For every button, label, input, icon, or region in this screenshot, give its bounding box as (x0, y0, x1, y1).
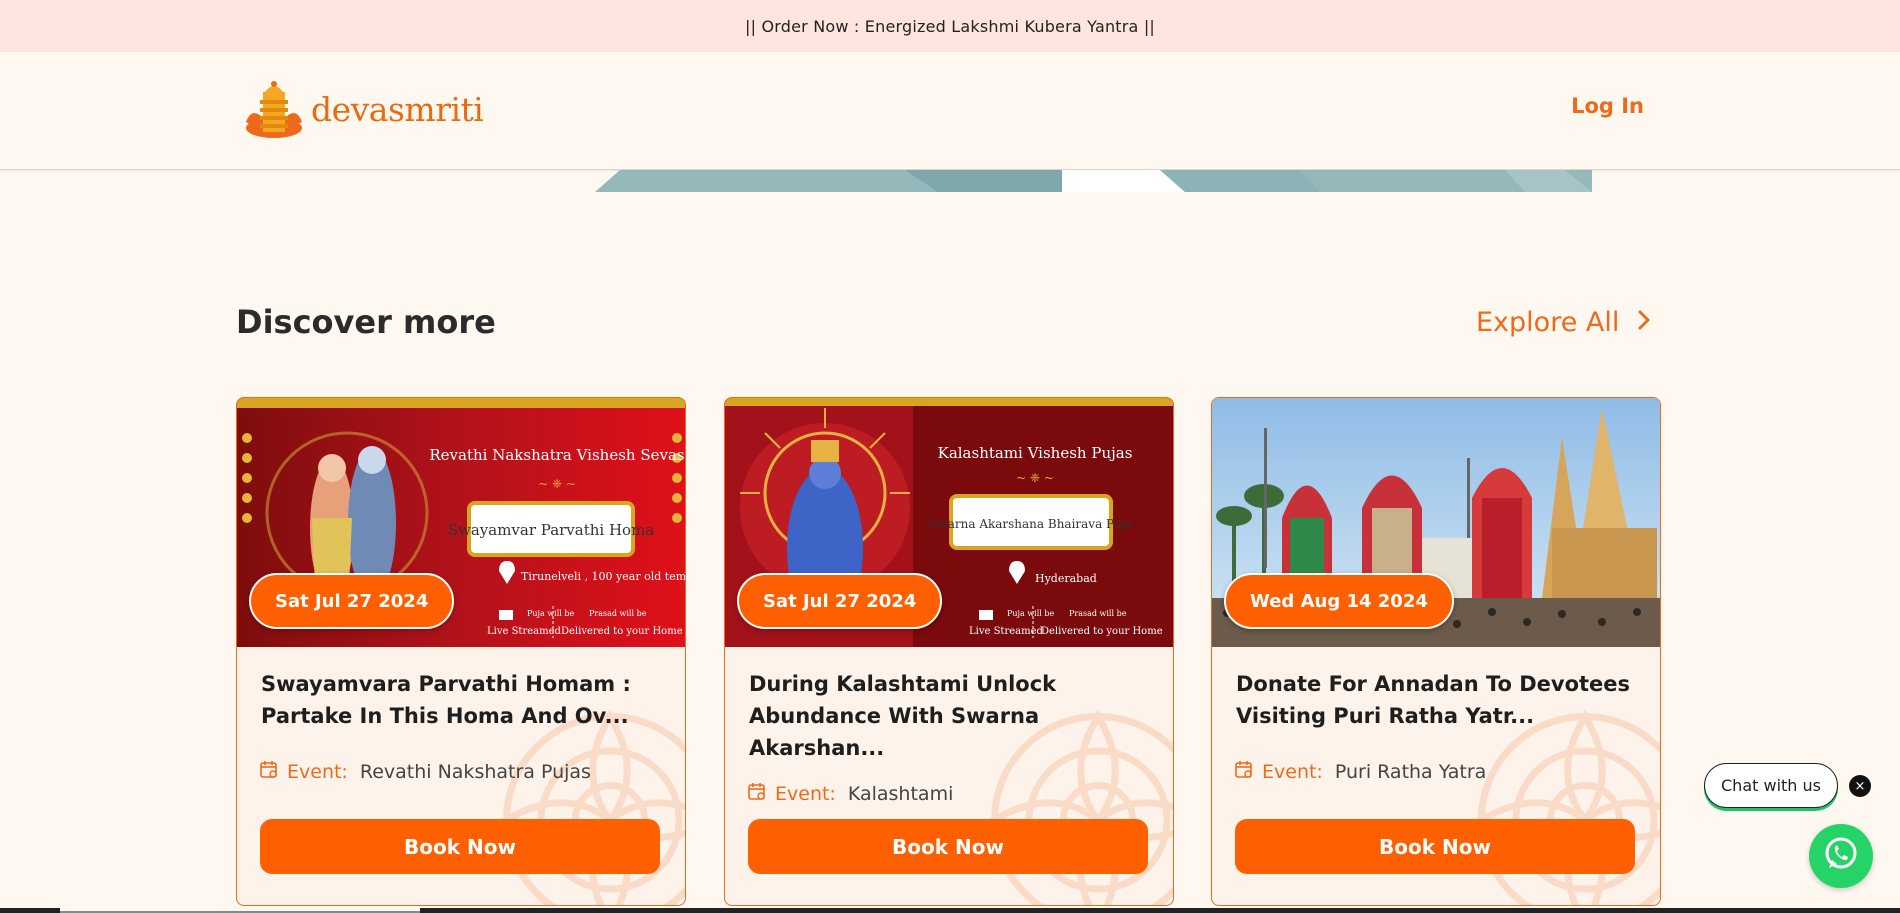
card-title-line: Akarshan... (749, 736, 885, 760)
mandala-decoration-icon (499, 709, 685, 905)
puja-card[interactable]: Kalashtami Vishesh Pujas ~ ❈ ~ Swarna Ak… (724, 397, 1174, 906)
card-title-line: Swayamvara Parvathi Homam : (261, 672, 631, 696)
close-chat-button[interactable]: × (1849, 775, 1871, 797)
svg-text:~ ❈ ~: ~ ❈ ~ (538, 477, 576, 491)
explore-all-link[interactable]: Explore All (1476, 307, 1651, 338)
whatsapp-icon (1822, 835, 1860, 877)
image-heading: Revathi Nakshatra Vishesh Sevas (429, 446, 684, 464)
svg-text:~ ❈ ~: ~ ❈ ~ (1016, 471, 1054, 485)
image-heading: Kalashtami Vishesh Pujas (938, 444, 1133, 462)
date-badge: Sat Jul 27 2024 (737, 573, 943, 629)
card-title-line: During Kalashtami Unlock (749, 672, 1057, 696)
card-title-line: Partake In This Homa And Ov... (261, 704, 629, 728)
image-note: Live Streamed (969, 626, 1044, 637)
event-value: Kalashtami (847, 782, 954, 805)
event-label: Event: (287, 760, 348, 783)
image-note: Delivered to your Home (561, 626, 683, 637)
book-now-button[interactable]: Book Now (1235, 819, 1635, 874)
card-title[interactable]: During Kalashtami Unlock Abundance With … (749, 668, 1149, 764)
explore-all-label[interactable]: Explore All (1476, 307, 1619, 338)
event-row: Event: Puri Ratha Yatra (1234, 759, 1486, 784)
event-row: Event: Kalashtami (747, 781, 953, 806)
event-row: Event: Revathi Nakshatra Pujas (259, 759, 591, 784)
image-location: Tirunelveli , 100 year old temple (521, 570, 685, 583)
image-note: Puja will be (1007, 609, 1055, 618)
card-title-line: Visiting Puri Ratha Yatr... (1236, 704, 1535, 728)
card-title-line: Abundance With Swarna (749, 704, 1040, 728)
book-now-button[interactable]: Book Now (260, 819, 660, 874)
login-link[interactable]: Log In (1571, 94, 1644, 118)
calendar-icon (259, 759, 279, 784)
card-title[interactable]: Donate For Annadan To Devotees Visiting … (1236, 668, 1636, 732)
image-plaque: Swayamvar Parvathi Homa (448, 521, 655, 539)
card-image[interactable]: Revathi Nakshatra Vishesh Sevas ~ ❈ ~ Sw… (237, 398, 685, 647)
banner-bottom-edge (0, 170, 1900, 194)
temple-logo-icon (243, 78, 305, 140)
image-note: Live Streamed (487, 626, 562, 637)
date-badge: Wed Aug 14 2024 (1224, 573, 1454, 629)
event-value: Revathi Nakshatra Pujas (359, 760, 591, 783)
card-image[interactable]: Wed Aug 14 2024 (1212, 398, 1660, 647)
whatsapp-button[interactable] (1809, 824, 1873, 888)
event-label: Event: (775, 782, 836, 805)
date-badge: Sat Jul 27 2024 (249, 573, 455, 629)
image-note: Prasad will be (1069, 609, 1127, 618)
section-title: Discover more (236, 303, 496, 341)
card-title[interactable]: Swayamvara Parvathi Homam : Partake In T… (261, 668, 661, 732)
image-note: Prasad will be (589, 609, 647, 618)
logo-wordmark: devasmriti (311, 89, 484, 129)
image-location: Hyderabad (1035, 572, 1097, 585)
puja-card[interactable]: Revathi Nakshatra Vishesh Sevas ~ ❈ ~ Sw… (236, 397, 686, 906)
event-value: Puri Ratha Yatra (1334, 760, 1487, 783)
calendar-icon (1234, 759, 1254, 784)
event-label: Event: (1262, 760, 1323, 783)
site-header: devasmriti Log In (0, 52, 1900, 170)
image-note: Puja will be (527, 609, 575, 618)
card-image[interactable]: Kalashtami Vishesh Pujas ~ ❈ ~ Swarna Ak… (725, 398, 1173, 647)
book-now-button[interactable]: Book Now (748, 819, 1148, 874)
puja-card[interactable]: Wed Aug 14 2024 Donate For Annadan To De… (1211, 397, 1661, 906)
chat-with-us-button[interactable]: Chat with us (1704, 763, 1838, 808)
image-note: Delivered to your Home (1041, 626, 1163, 637)
bottom-divider (0, 908, 1900, 913)
chevron-right-icon (1637, 307, 1651, 338)
card-title-line: Donate For Annadan To Devotees (1236, 672, 1631, 696)
image-plaque: Swarna Akarshana Bhairava Puja (929, 517, 1133, 531)
logo[interactable]: devasmriti (243, 78, 484, 140)
mandala-decoration-icon (1474, 709, 1660, 905)
announcement-bar[interactable]: || Order Now : Energized Lakshmi Kubera … (0, 0, 1900, 52)
announcement-text[interactable]: || Order Now : Energized Lakshmi Kubera … (745, 17, 1155, 36)
calendar-icon (747, 781, 767, 806)
